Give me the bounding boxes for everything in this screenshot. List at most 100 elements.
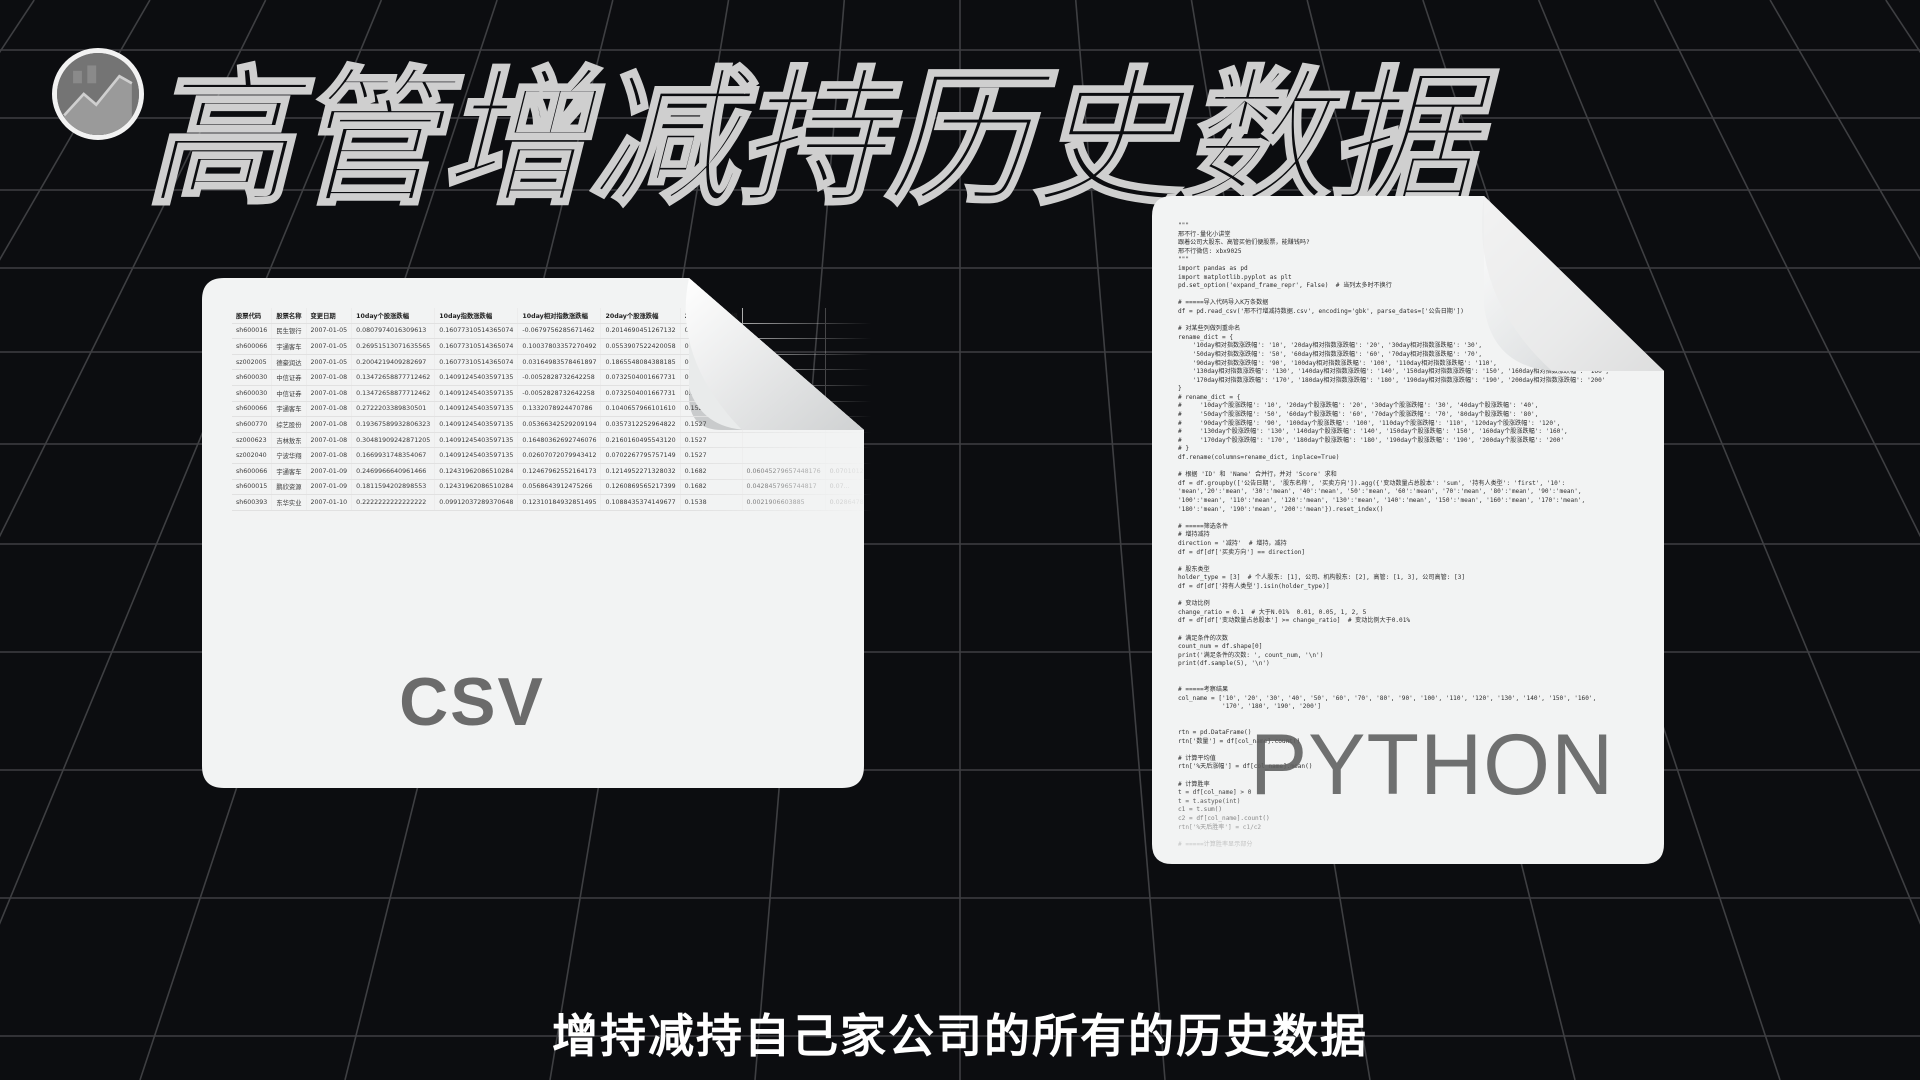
table-cell: 0.10037803357270492: [517, 338, 602, 355]
code-line: print('满足条件的次数: ', count_num, '\n'): [1178, 651, 1324, 659]
stock-chart-logo-icon: [57, 53, 139, 135]
table-cell: 东华实业: [271, 494, 307, 511]
table-cell: 0.14091245403597135: [434, 385, 519, 402]
table-cell: [742, 447, 826, 464]
table-cell: 0.1527: [680, 385, 743, 402]
table-cell: 0.07010123...: [825, 463, 872, 480]
table-cell: -0.0052828732642258: [517, 385, 602, 402]
table-cell: 0.2222222222222222: [351, 494, 436, 511]
table-cell: 0.0286478...: [825, 494, 872, 511]
code-line: 跟着公司大股东、高管买他们便股票，能赚钱吗?: [1178, 239, 1310, 247]
table-cell: 20day指数涨跌幅: [680, 308, 743, 324]
code-line: col_name = ['10', '20', '30', '40', '50'…: [1178, 694, 1597, 702]
code-line: '50day相对指数涨跌幅': '50', '60day相对指数涨跌幅': '6…: [1178, 350, 1483, 358]
code-line: direction = '减持' # 增持，减持: [1178, 539, 1287, 547]
code-line: rtn['%天后胜率'] = c1/c2: [1178, 823, 1262, 831]
code-line: holder_type = [3] # 个人股东: [1], 公司、机构股东: …: [1178, 574, 1466, 582]
table-cell: [825, 308, 872, 324]
table-cell: [742, 401, 826, 418]
table-cell: sz002005: [232, 354, 273, 371]
grid-line-vertical: [0, 0, 35, 54]
table-cell: 0.1527: [680, 447, 743, 464]
code-line: # '10day个股涨跌幅': '10', '20day个股涨跌幅': '20'…: [1178, 402, 1539, 410]
code-line: """: [1178, 222, 1190, 229]
table-cell: 0.14091245403597135: [434, 369, 519, 386]
table-cell: 2007-01-05: [306, 323, 353, 340]
code-line: '180':'mean', '190':'mean', '200':'mean'…: [1178, 505, 1384, 513]
table-cell: sh600066: [232, 463, 273, 480]
code-line: # '90day个股涨跌幅': '90', '100day个股涨跌幅': '10…: [1178, 419, 1561, 427]
code-line: # '130day个股涨跌幅': '130', '140day个股涨跌幅': '…: [1178, 428, 1568, 436]
table-cell: 中信证券: [271, 385, 307, 402]
table-row: sh600066 宇通客车 2007-01-09 0.2469966640961466…: [232, 463, 872, 480]
table-cell: 2007-01-10: [306, 494, 353, 511]
table-row: sh600030 中信证券 2007-01-08 0.1347265887771246…: [232, 369, 872, 386]
table-row: sh600393 东华实业 2007-01-10 0.2222222222222222…: [232, 494, 872, 511]
table-cell: sh600015: [232, 479, 273, 496]
table-cell: [825, 338, 872, 355]
table-cell: 10day个股涨跌幅: [351, 308, 436, 324]
table-cell: 0.02607072079943412: [517, 447, 602, 464]
grid-line-vertical: [1769, 0, 1920, 261]
table-cell: [742, 338, 826, 355]
table-cell: sz000623: [232, 432, 273, 449]
table-cell: -0.0052828732642258: [517, 369, 602, 386]
table-row: sh600066 宇通客车 2007-01-08 0.2722203389830501…: [232, 401, 872, 418]
table-cell: 综艺股份: [271, 416, 307, 433]
table-cell: 0.1527: [680, 369, 743, 386]
code-line: '170', '180', '190', '200']: [1178, 703, 1322, 711]
table-cell: [742, 432, 826, 449]
code-line: '100':'mean', '110':'mean', '120':'mean'…: [1178, 497, 1586, 504]
table-cell: 股票代码: [232, 308, 273, 324]
subtitle-caption: 增持减持自己家公司的所有的历史数据: [552, 1009, 1368, 1063]
table-cell: 0.2722203389830501: [351, 401, 436, 418]
table-cell: 10day指数涨跌幅: [434, 308, 519, 324]
code-line: 邢不行微信: xbx9025: [1178, 247, 1242, 255]
table-cell: 0.0357312252964822: [600, 416, 681, 433]
table-cell: sh600030: [232, 369, 273, 386]
table-cell: 中信证券: [271, 369, 307, 386]
table-cell: 德豪润达: [271, 354, 307, 371]
table-cell: 鹏欣资源: [271, 479, 307, 496]
table-cell: 0.0021906603885: [742, 494, 826, 511]
table-row: sh600016 民生银行 2007-01-05 0.0807974016309613…: [232, 323, 872, 340]
table-row: sh600770 综艺股份 2007-01-08 0.1936758993280632…: [232, 416, 872, 433]
table-cell: sh600030: [232, 385, 273, 402]
python-file-card: """ 邢不行-量化小讲堂 跟着公司大股东、高管买他们便股票，能赚钱吗? 邢不行微信:…: [1152, 196, 1664, 864]
table-cell: [742, 323, 826, 340]
table-cell: 2007-01-08: [306, 432, 353, 449]
code-line: print(df.sample(5), '\n'): [1178, 660, 1270, 668]
table-row: sh600030 中信证券 2007-01-08 0.1347265887771246…: [232, 385, 872, 402]
table-cell: 0.0553907522420058: [600, 338, 681, 355]
code-line: count_num = df.shape[0]: [1178, 643, 1263, 651]
table-cell: 0.1527: [680, 416, 743, 433]
code-line: }: [1178, 385, 1182, 393]
table-cell: 0.14091245403597135: [434, 401, 519, 418]
table-cell: 0.16077310514365074: [434, 323, 519, 340]
csv-file-card: 股票代码 股票名称 变更日期 10day个股涨跌幅 10day指数涨跌幅 10day相对指…: [202, 278, 872, 788]
table-header-row: 股票代码 股票名称 变更日期 10day个股涨跌幅 10day指数涨跌幅 10day相对指…: [232, 308, 872, 324]
table-cell: 0.12467962552164173: [517, 463, 602, 480]
code-line: # 对某些列做列重命名: [1178, 325, 1241, 333]
table-cell: 0.03164983578461897: [517, 354, 602, 371]
table-cell: 0.1657: [680, 338, 743, 355]
code-line: """: [1178, 256, 1190, 264]
grid-line-vertical: [1885, 0, 1920, 54]
table-cell: sh600066: [232, 338, 273, 355]
grid-line-vertical: [1653, 0, 1920, 538]
table-cell: 0.1332078924470786: [517, 401, 602, 418]
table-cell: 0.0732504001667731: [600, 369, 681, 386]
table-cell: sz002040: [232, 447, 273, 464]
code-line: df = df[df['持有人类型'].isin(holder_type)]: [1178, 582, 1330, 590]
code-line: c2 = df[col_name].count(): [1178, 814, 1270, 822]
table-cell: 0.0428457965744817: [742, 479, 826, 496]
code-line: # =====计算胜率显示部分: [1178, 840, 1253, 848]
table-cell: 宇通客车: [271, 338, 307, 355]
table-cell: 0.1657: [680, 354, 743, 371]
grid-line-vertical: [0, 0, 151, 261]
code-line: # '170day个股涨跌幅': '170', '180day个股涨跌幅': '…: [1178, 436, 1565, 444]
